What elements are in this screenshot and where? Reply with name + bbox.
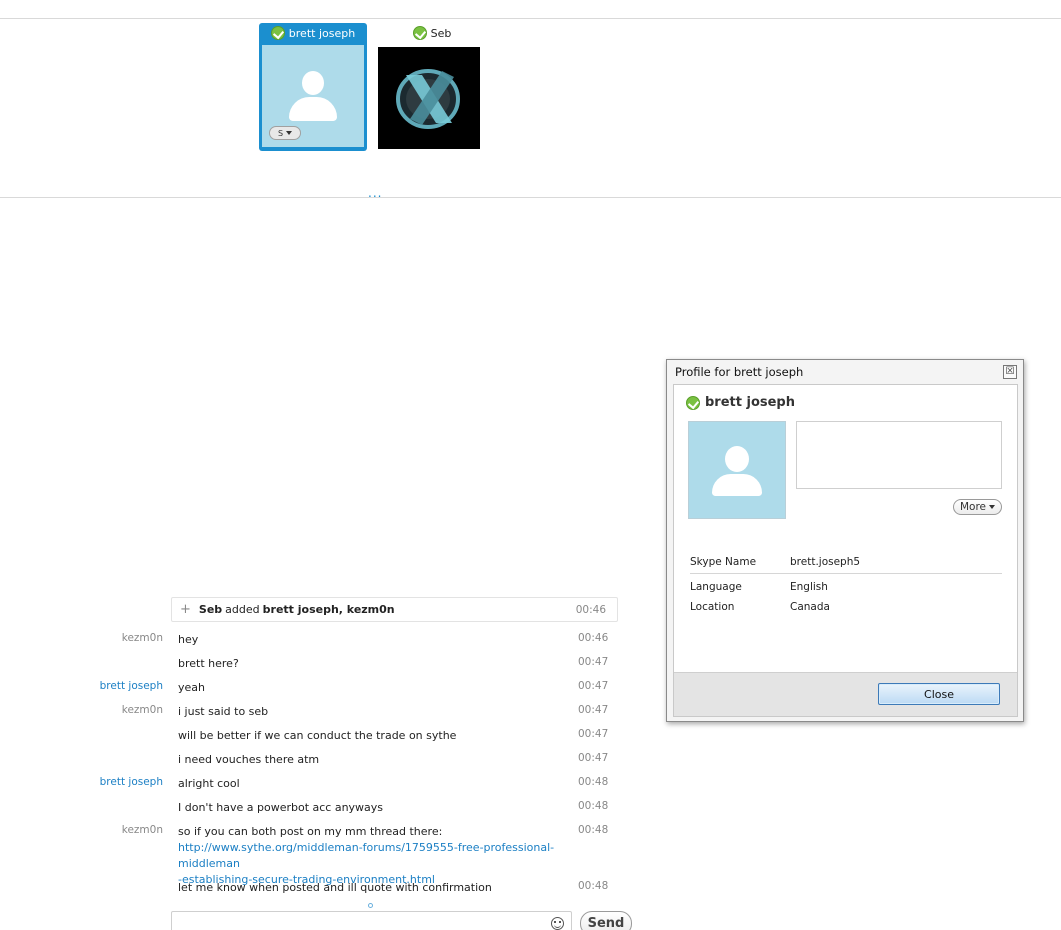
avatar-silhouette-icon	[709, 446, 765, 502]
message-time: 00:47	[578, 704, 609, 716]
message-author[interactable]: brett joseph	[100, 776, 163, 788]
message-time: 00:47	[578, 656, 609, 668]
send-button[interactable]: Send	[580, 911, 632, 930]
participant-name-row: Seb	[378, 23, 486, 43]
skype-call-button[interactable]: S	[269, 126, 301, 140]
field-value: Canada	[790, 601, 830, 613]
message-time: 00:48	[578, 800, 609, 812]
message-text: alright cool	[178, 777, 240, 790]
profile-name-row: brett joseph	[686, 395, 795, 410]
typing-indicator-icon	[368, 903, 373, 908]
seb-avatar-image	[378, 47, 480, 149]
profile-field-language: Language English	[690, 581, 1002, 601]
profile-avatar	[688, 421, 786, 519]
message-time: 00:48	[578, 880, 609, 892]
skype-conversation-window: brett joseph S Seb ... + Seb added brett…	[0, 0, 1061, 930]
skype-call-icon: S	[277, 128, 284, 138]
message-time: 00:46	[575, 603, 606, 616]
message-author[interactable]: kezm0n	[122, 824, 163, 836]
more-button-label: More	[959, 501, 987, 513]
field-label: Language	[690, 581, 742, 593]
notice-verb: added	[225, 603, 260, 616]
top-divider	[0, 18, 1061, 19]
message-author[interactable]: brett joseph	[100, 680, 163, 692]
avatar: S	[262, 45, 364, 147]
dialog-title: Profile for brett joseph	[675, 365, 804, 379]
field-label: Location	[690, 601, 735, 613]
avatar-silhouette-icon	[283, 71, 343, 131]
chevron-down-icon	[286, 131, 293, 135]
online-status-icon	[412, 26, 427, 40]
message-text: i need vouches there atm	[178, 753, 320, 766]
field-label: Skype Name	[690, 556, 757, 568]
participant-seb[interactable]: Seb	[378, 23, 486, 151]
message-text: yeah	[178, 681, 205, 694]
profile-field-location: Location Canada	[690, 601, 1002, 621]
online-status-icon	[686, 395, 700, 410]
chevron-down-icon	[989, 505, 996, 509]
notice-targets: brett joseph, kezm0n	[262, 603, 395, 616]
participant-name-row: brett joseph	[259, 23, 367, 43]
mood-message-box	[796, 421, 1002, 489]
add-icon: +	[180, 602, 191, 617]
field-value: English	[790, 581, 828, 593]
participant-brett-joseph[interactable]: brett joseph S	[259, 23, 367, 151]
emoji-icon[interactable]	[551, 917, 564, 930]
participant-added-notice: + Seb added brett joseph, kezm0n 00:46	[171, 597, 618, 622]
participant-name: Seb	[430, 26, 452, 40]
online-status-icon	[270, 26, 285, 40]
message-text: hey	[178, 633, 199, 646]
profile-display-name: brett joseph	[705, 395, 795, 410]
more-button[interactable]: More	[953, 499, 1002, 515]
message-text: let me know when posted and ill quote wi…	[178, 881, 492, 894]
message-time: 00:47	[578, 752, 609, 764]
field-value: brett.joseph5	[790, 556, 861, 568]
participant-name: brett joseph	[288, 26, 356, 40]
message-text: I don't have a powerbot acc anyways	[178, 801, 384, 814]
notice-actor: Seb	[198, 603, 223, 616]
profile-panel: brett joseph More Skype Name brett.josep…	[673, 384, 1018, 717]
message-time: 00:47	[578, 680, 609, 692]
message-text: will be better if we can conduct the tra…	[178, 729, 457, 742]
message-time: 00:47	[578, 728, 609, 740]
avatar	[378, 47, 480, 149]
message-input[interactable]	[171, 911, 572, 930]
message-author[interactable]: kezm0n	[122, 704, 163, 716]
message-text: i just said to seb	[178, 705, 269, 718]
participants-divider	[0, 197, 1061, 198]
profile-dialog: Profile for brett joseph ☒ brett joseph …	[666, 359, 1024, 722]
message-author[interactable]: kezm0n	[122, 632, 163, 644]
message-time: 00:46	[578, 632, 609, 644]
message-text: brett here?	[178, 657, 239, 670]
close-button[interactable]: Close	[878, 683, 1000, 705]
divider	[690, 573, 1002, 574]
close-icon[interactable]: ☒	[1003, 365, 1017, 379]
message-text: so if you can both post on my mm thread …	[178, 824, 568, 888]
message-time: 00:48	[578, 824, 609, 836]
message-time: 00:48	[578, 776, 609, 788]
message-text-line: so if you can both post on my mm thread …	[178, 825, 443, 838]
